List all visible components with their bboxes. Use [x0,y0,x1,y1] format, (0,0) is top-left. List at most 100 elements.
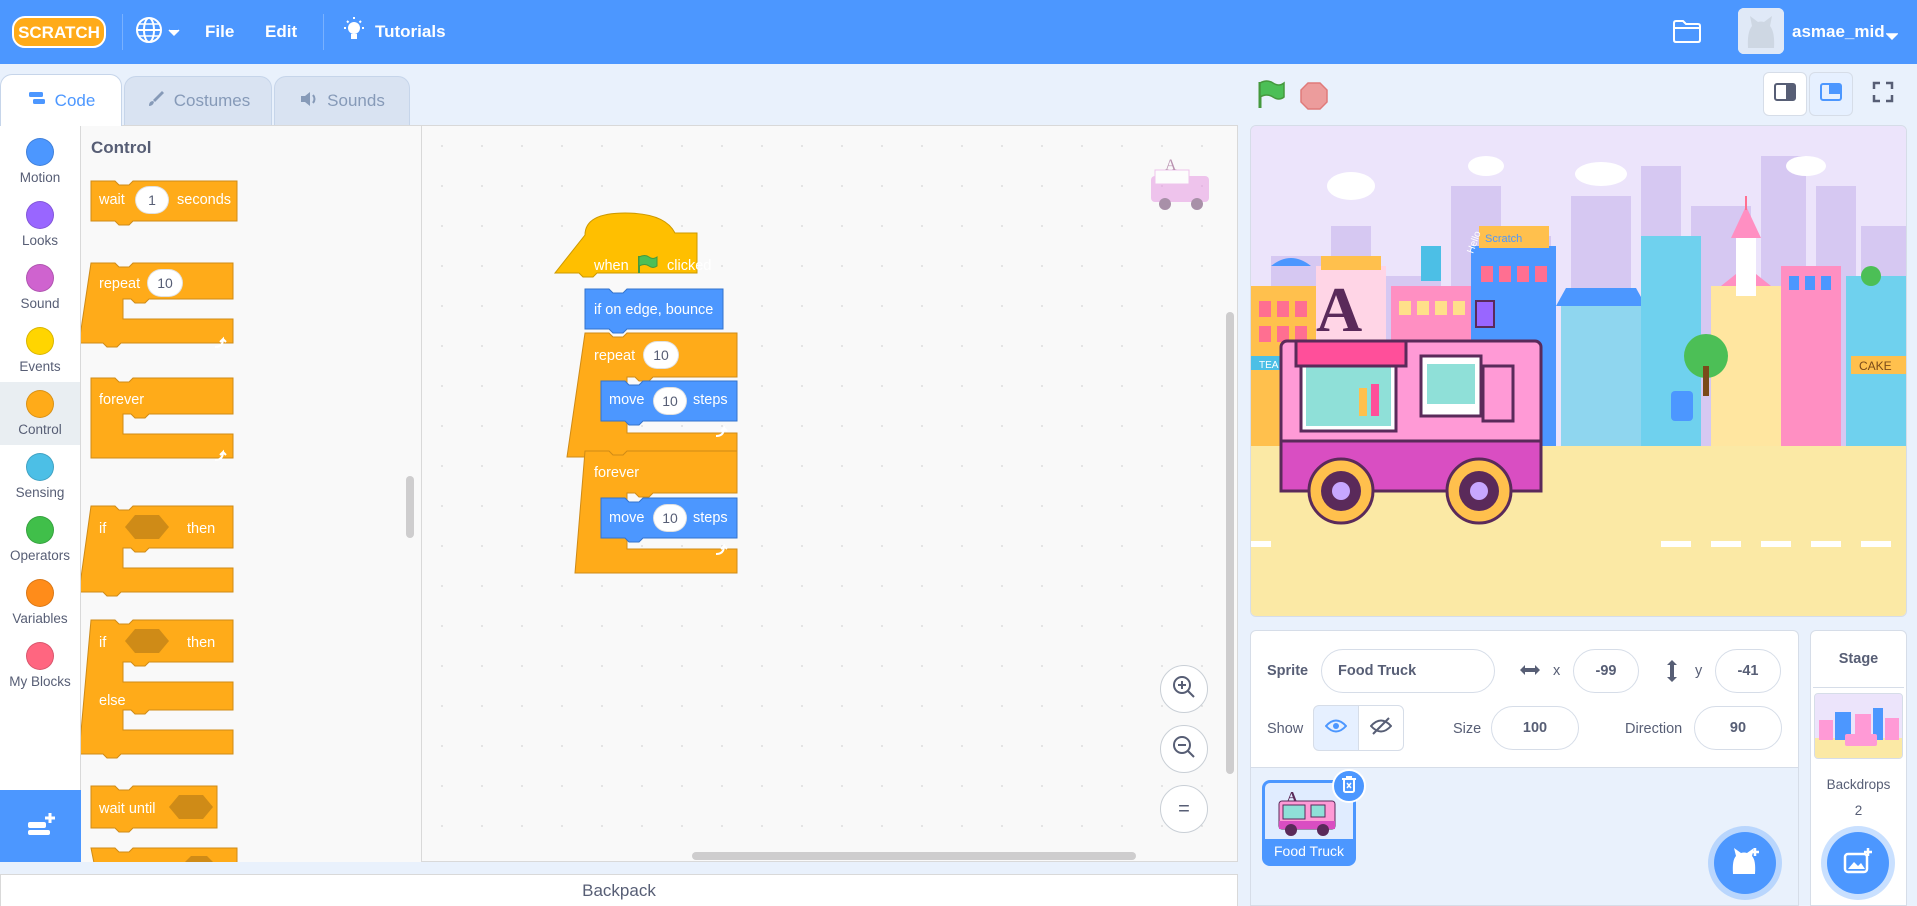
backpack-bar[interactable]: Backpack [0,874,1238,906]
repeat-count-input[interactable]: 10 [643,341,679,369]
stage-canvas[interactable]: TEA Scratch Hello CAKE A [1250,125,1907,617]
move-2-steps-label: steps [693,510,728,526]
category-sound[interactable]: Sound [0,256,80,319]
tutorials-button[interactable]: Tutorials [343,0,446,64]
file-menu[interactable]: File [205,0,234,64]
category-label: Looks [21,233,59,248]
tab-sounds-label: Sounds [327,91,385,110]
control-dot-icon [26,390,54,418]
partial-block-shape [90,847,238,862]
account-chevron-down-icon[interactable] [1885,28,1899,46]
show-visible-button[interactable] [1313,705,1359,751]
delete-sprite-button[interactable] [1332,769,1366,803]
avatar[interactable] [1738,8,1784,54]
add-extension-button[interactable] [0,790,81,862]
palette-then-label: then [187,521,216,537]
palette-forever-label[interactable]: forever [99,392,144,408]
category-label: Sensing [15,485,65,500]
looks-dot-icon [26,201,54,229]
choose-sprite-button[interactable] [1714,832,1776,894]
script-workspace[interactable]: A when clicked if on edge, bounce repeat… [421,125,1238,862]
palette-else-label: else [99,693,126,709]
repeat-label[interactable]: repeat [594,348,635,364]
normal-stage-icon [1820,82,1842,106]
stage-scene: TEA Scratch Hello CAKE A [1251,126,1906,616]
script-blocks-svg [553,212,738,574]
palette-wait-label[interactable]: wait [99,192,125,208]
bounce-label[interactable]: if on edge, bounce [594,302,713,318]
workspace-horizontal-scrollbar[interactable] [692,852,1136,860]
stage-tea-sign: TEA [1259,360,1279,371]
y-position-input[interactable]: -41 [1715,649,1781,693]
palette-wait-input[interactable]: 1 [135,186,169,214]
stop-icon[interactable] [1300,82,1328,115]
category-control[interactable]: Control [0,382,80,445]
fullscreen-icon [1872,81,1894,108]
category-events[interactable]: Events [0,319,80,382]
hat-when-label[interactable]: when [594,258,629,274]
stage-scratch-sign: Scratch [1485,233,1522,245]
palette-repeat-input[interactable]: 10 [147,269,183,297]
language-menu[interactable] [134,0,180,64]
backdrops-label: Backdrops [1826,777,1891,792]
palette-wait-until-label[interactable]: wait until [99,801,155,817]
small-stage-button[interactable] [1763,72,1807,116]
tab-costumes[interactable]: Costumes [124,76,272,125]
category-sensing[interactable]: Sensing [0,445,80,508]
normal-stage-button[interactable] [1809,72,1853,116]
stage-selector-divider [1813,687,1904,688]
forever-label[interactable]: forever [594,465,639,481]
username[interactable]: asmae_mid [1792,0,1885,64]
sprite-name-input[interactable]: Food Truck [1321,649,1495,693]
globe-icon [134,15,164,50]
tab-code-label: Code [54,90,96,110]
show-hidden-button[interactable] [1358,705,1404,751]
green-flag-icon[interactable] [1256,80,1286,115]
backdrop-thumbnail[interactable] [1814,693,1903,759]
eye-crossed-icon [1369,716,1393,740]
backdrops-count: 2 [1854,803,1863,818]
folder-icon[interactable] [1672,18,1702,49]
tab-code[interactable]: Code [0,74,122,126]
zoom-out-button[interactable] [1160,725,1208,773]
scratch-logo[interactable]: SCRATCH [12,14,106,50]
palette-if-else-if-label[interactable]: if [99,635,106,651]
category-looks[interactable]: Looks [0,193,80,256]
size-input[interactable]: 100 [1491,706,1579,750]
events-dot-icon [26,327,54,355]
y-label: y [1695,663,1703,679]
category-variables[interactable]: Variables [0,571,80,634]
move-1-steps-input[interactable]: 10 [653,387,687,415]
move-2-label[interactable]: move [609,510,644,526]
x-position-input[interactable]: -99 [1573,649,1639,693]
forever-block-shape [90,377,234,459]
category-label: Motion [19,170,61,185]
workspace-vertical-scrollbar[interactable] [1226,312,1234,774]
palette-if-else-then-label: then [187,635,216,651]
category-label: Control [18,422,62,437]
edit-menu[interactable]: Edit [265,0,297,64]
lightbulb-icon [343,16,365,48]
category-motion[interactable]: Motion [0,130,80,193]
tutorials-label: Tutorials [375,22,446,41]
category-label: Variables [12,611,68,626]
choose-backdrop-button[interactable] [1827,832,1889,894]
move-1-label[interactable]: move [609,392,644,408]
truck-monogram-logo: A [1316,274,1362,345]
category-operators[interactable]: Operators [0,508,80,571]
palette-if-label[interactable]: if [99,521,106,537]
category-label: My Blocks [9,674,71,689]
move-2-steps-input[interactable]: 10 [653,504,687,532]
category-my-blocks[interactable]: My Blocks [0,634,80,697]
show-label: Show [1267,721,1304,737]
fullscreen-button[interactable] [1861,72,1905,116]
direction-input[interactable]: 90 [1694,706,1782,750]
small-stage-icon [1774,82,1796,106]
sprite-label: Sprite [1267,663,1309,679]
tab-sounds[interactable]: Sounds [274,76,410,125]
palette-repeat-label[interactable]: repeat [99,276,140,292]
zoom-in-button[interactable] [1160,665,1208,713]
direction-label: Direction [1625,721,1683,737]
zoom-reset-button[interactable]: = [1160,785,1208,833]
palette-scrollbar[interactable] [406,476,414,538]
